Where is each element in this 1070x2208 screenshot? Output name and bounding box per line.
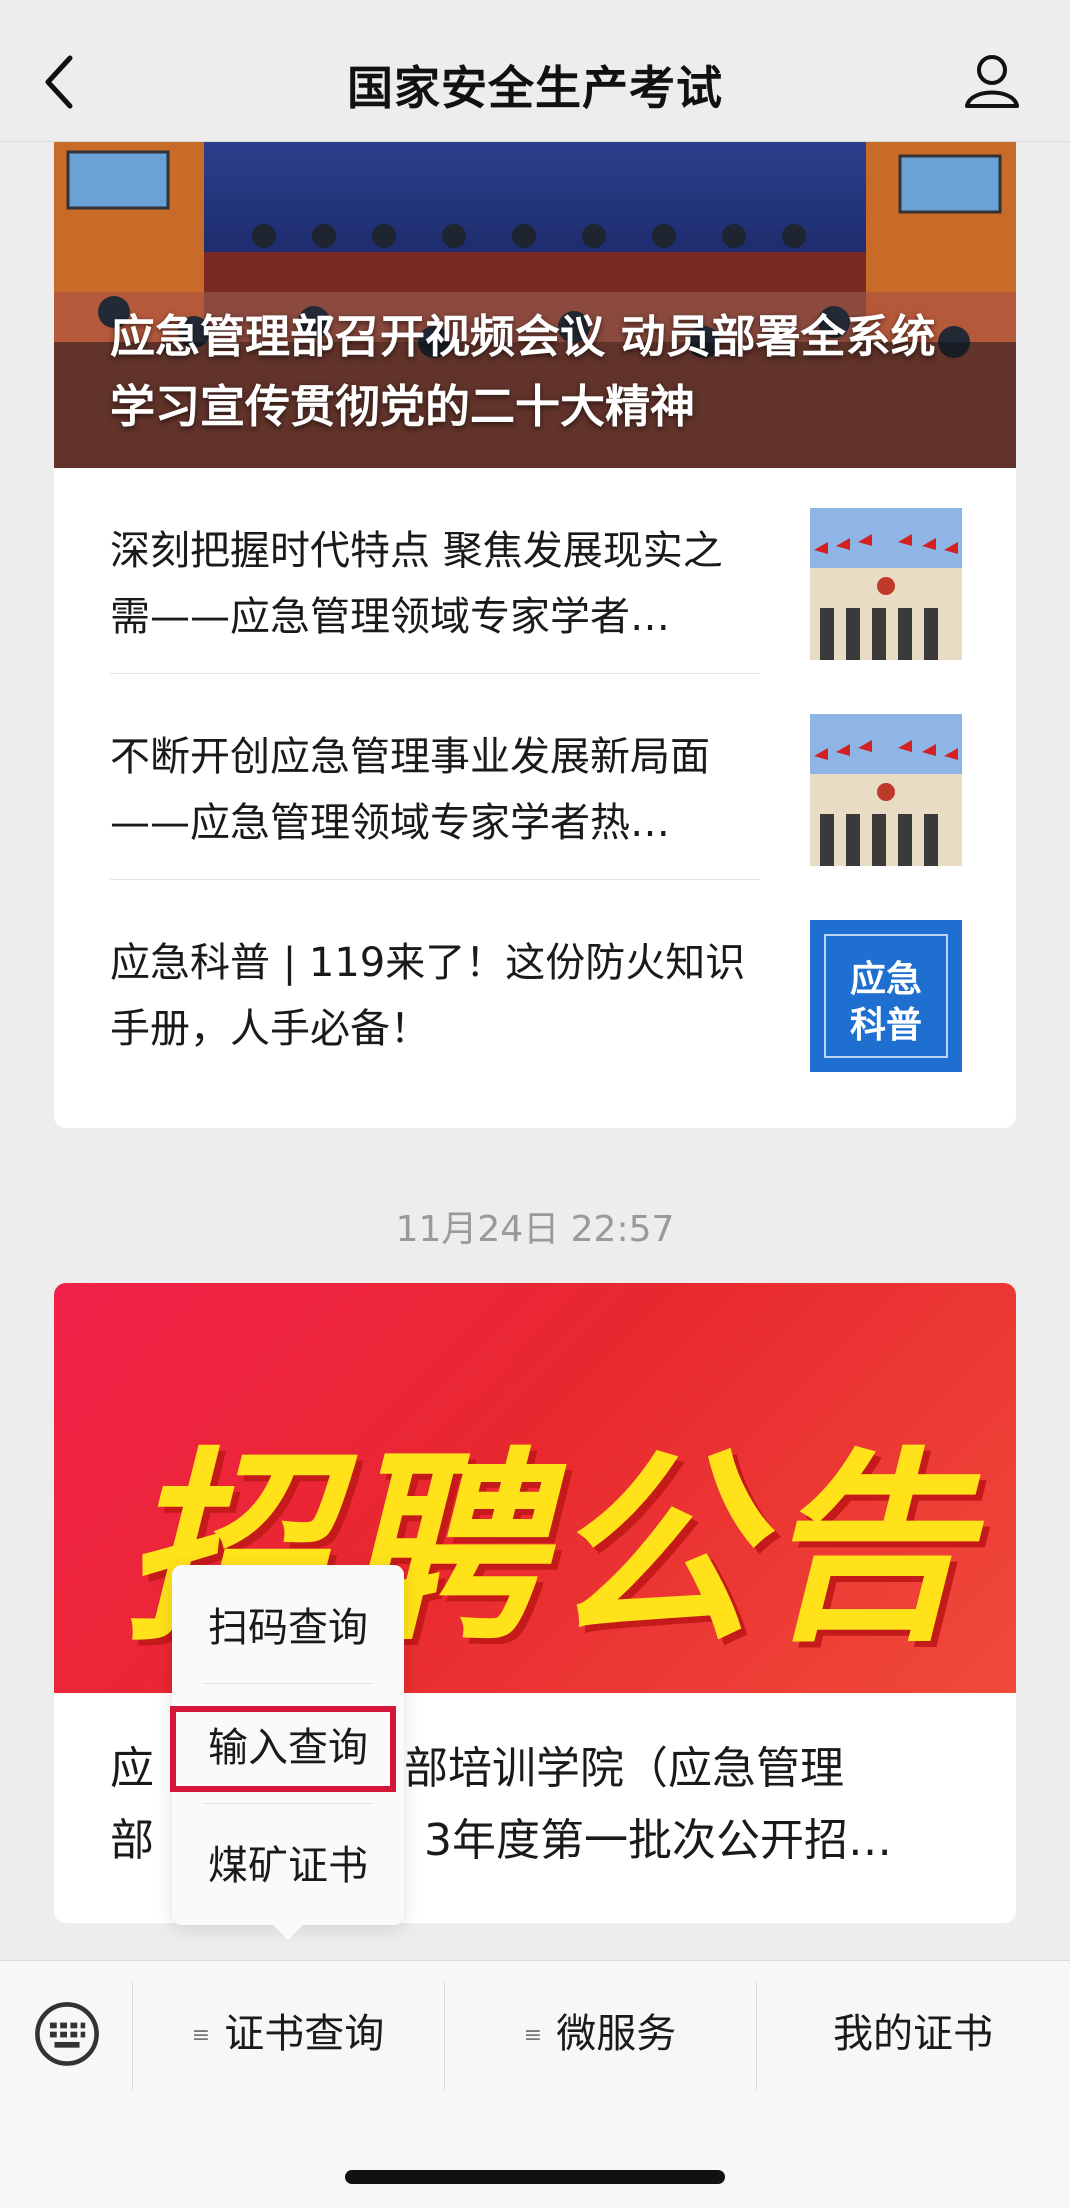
article-card: 应急管理部召开视频会议 动员部署全系统学习宣传贯彻党的二十大精神 深刻把握时代特… bbox=[54, 142, 1016, 1128]
article-title: 不断开创应急管理事业发展新局面——应急管理领域专家学者热… bbox=[110, 734, 710, 846]
title-fragment: 3年度第一批次公开招… bbox=[424, 1815, 892, 1866]
keyboard-icon[interactable] bbox=[34, 2001, 100, 2067]
user-icon[interactable] bbox=[962, 50, 1022, 110]
divider bbox=[202, 1683, 374, 1684]
hero-title: 应急管理部召开视频会议 动员部署全系统学习宣传贯彻党的二十大精神 bbox=[110, 310, 936, 433]
article-title: 应急科普 | 119来了！这份防火知识手册，人手必备！ bbox=[110, 940, 746, 1052]
hero-article[interactable]: 应急管理部召开视频会议 动员部署全系统学习宣传贯彻党的二十大精神 bbox=[54, 142, 1016, 468]
article-title: 深刻把握时代特点 聚焦发展现实之需——应急管理领域专家学者… bbox=[110, 528, 723, 640]
message-timestamp: 11月24日 22:57 bbox=[395, 1209, 675, 1250]
list-item[interactable]: 深刻把握时代特点 聚焦发展现实之需——应急管理领域专家学者… bbox=[110, 468, 962, 674]
menu-label: 微服务 bbox=[556, 2011, 677, 2057]
thumb-label: 科普 bbox=[849, 1005, 922, 1046]
submenu-icon: ≡ bbox=[523, 2023, 543, 2048]
menu-micro-service[interactable]: ≡ 微服务 bbox=[444, 2001, 756, 2067]
menu-item-scan-query[interactable]: 扫码查询 bbox=[172, 1573, 404, 1683]
title-fragment: 应 bbox=[110, 1743, 154, 1794]
article-thumbnail: 应急 科普 bbox=[810, 920, 962, 1072]
home-indicator[interactable] bbox=[345, 2170, 725, 2184]
divider bbox=[202, 1803, 374, 1804]
menu-certificate-query[interactable]: ≡ 证书查询 bbox=[132, 2001, 444, 2067]
menu-label: 我的证书 bbox=[833, 2011, 993, 2057]
thumb-label: 应急 bbox=[849, 959, 922, 1000]
title-fragment: 部培训学院（应急管理 bbox=[404, 1743, 844, 1794]
selection-highlight-box bbox=[170, 1706, 396, 1792]
menu-my-certificate[interactable]: 我的证书 bbox=[756, 2001, 1070, 2067]
article-thumbnail bbox=[810, 714, 962, 866]
page-title: 国家安全生产考试 bbox=[347, 61, 723, 115]
menu-item-coal-certificate[interactable]: 煤矿证书 bbox=[172, 1811, 404, 1921]
nav-bar: 国家安全生产考试 bbox=[0, 0, 1070, 142]
submenu-icon: ≡ bbox=[191, 2023, 211, 2048]
menu-label: 证书查询 bbox=[224, 2011, 385, 2057]
popup-pointer bbox=[272, 1924, 304, 1940]
list-item[interactable]: 不断开创应急管理事业发展新局面——应急管理领域专家学者热… bbox=[110, 674, 962, 880]
article-thumbnail bbox=[810, 508, 962, 660]
list-item[interactable]: 应急科普 | 119来了！这份防火知识手册，人手必备！ 应急 科普 bbox=[110, 880, 962, 1086]
title-fragment: 部 bbox=[110, 1815, 154, 1866]
